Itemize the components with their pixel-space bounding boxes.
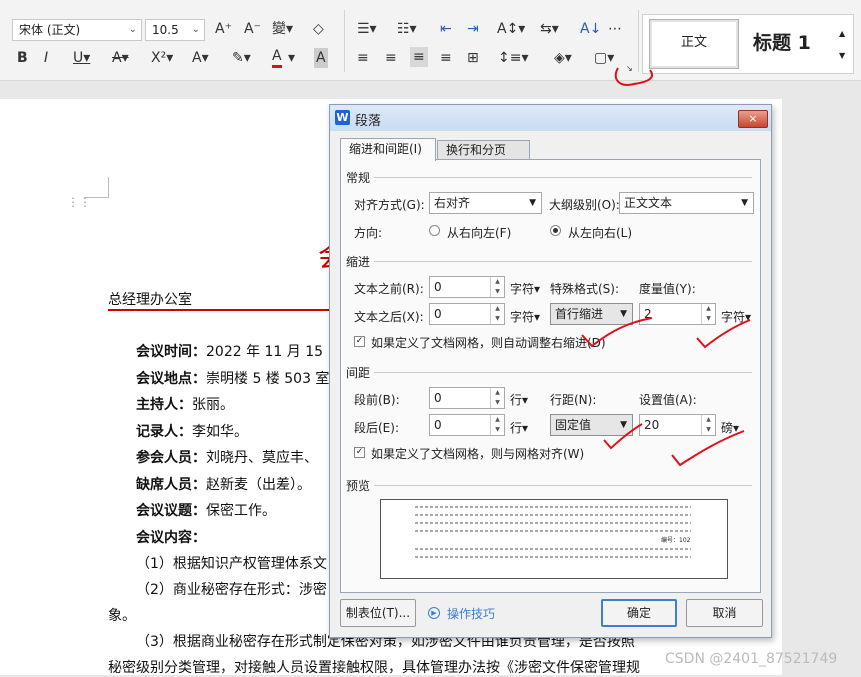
annotation-check-setting xyxy=(671,430,745,467)
red-annotation-marks xyxy=(581,67,751,467)
annotation-check-line-spacing xyxy=(603,423,643,450)
annotation-circle-launcher xyxy=(614,67,653,86)
annotation-check-special xyxy=(581,317,653,348)
tab-indent-spacing[interactable]: 缩进和间距(I) xyxy=(340,138,436,161)
annotation-check-measure xyxy=(696,319,751,349)
watermark-text: CSDN @2401_87521749 xyxy=(665,651,838,667)
